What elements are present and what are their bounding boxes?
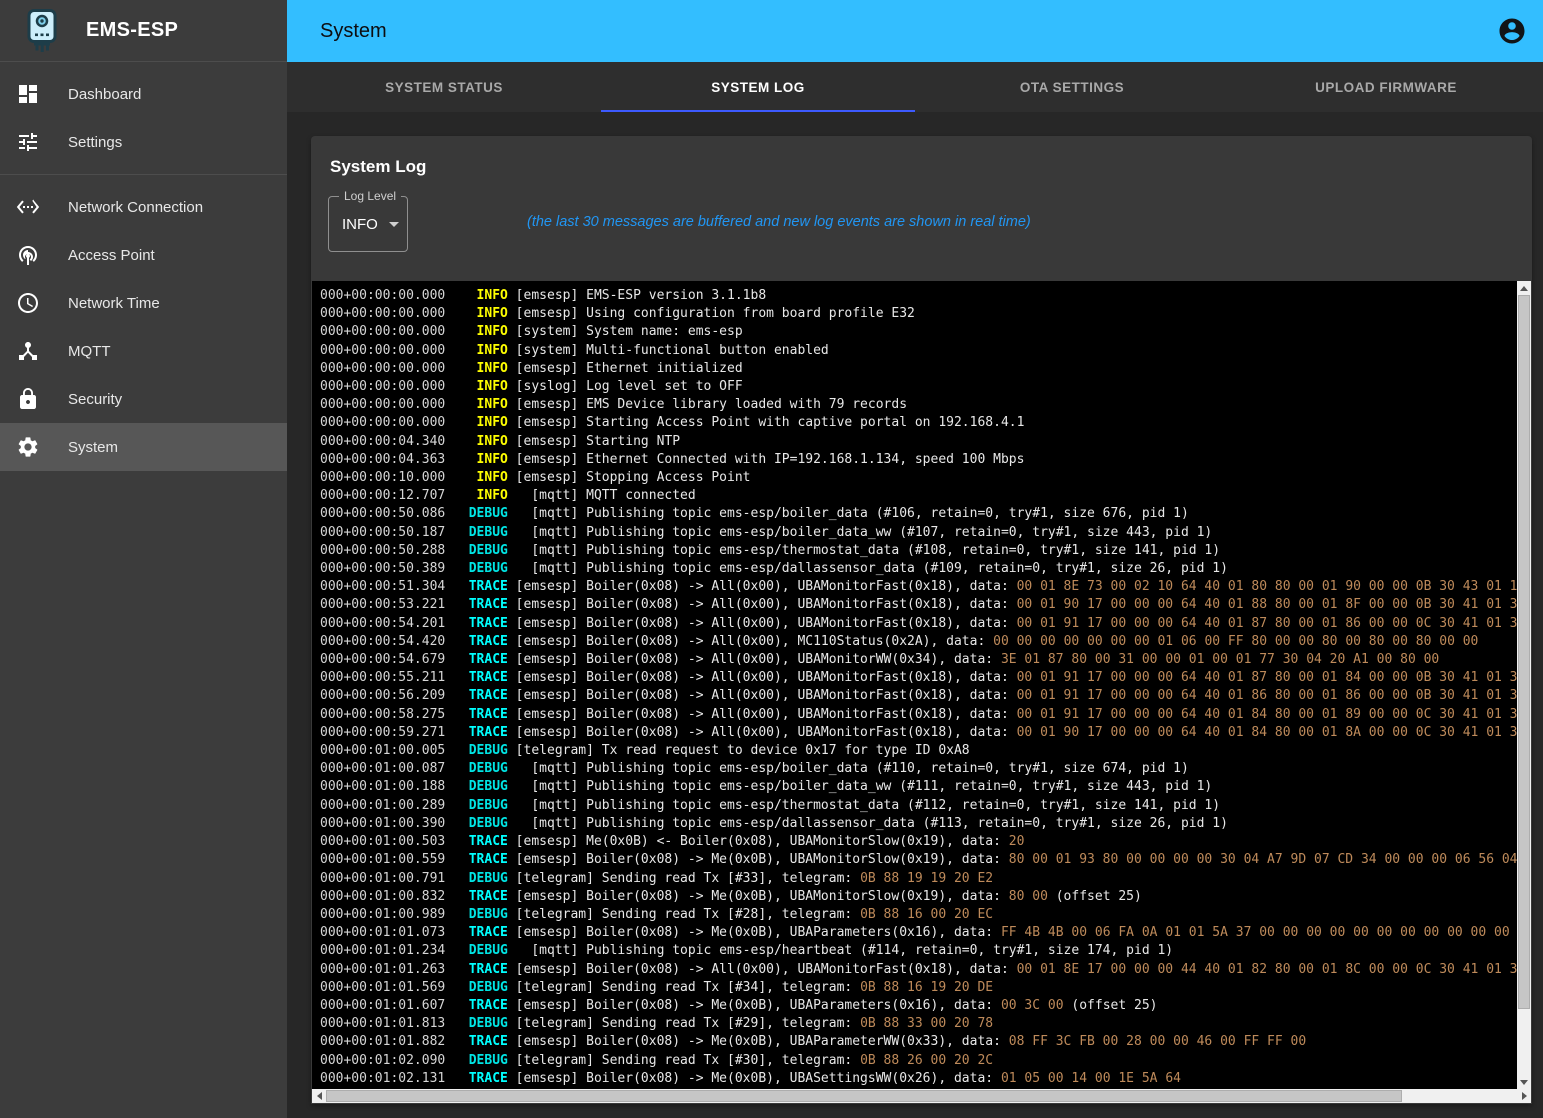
log-line: 000+00:00:55.211 TRACE [emsesp] Boiler(0… bbox=[320, 669, 1517, 687]
log-line: 000+00:00:53.221 TRACE [emsesp] Boiler(0… bbox=[320, 596, 1517, 614]
log-line: 000+00:01:00.559 TRACE [emsesp] Boiler(0… bbox=[320, 851, 1517, 869]
vertical-scrollbar-thumb[interactable] bbox=[1518, 295, 1530, 1009]
sidebar-menu: Dashboard Settings Network Connection Acces… bbox=[0, 62, 287, 471]
log-line: 000+00:01:00.503 TRACE [emsesp] Me(0x0B)… bbox=[320, 833, 1517, 851]
sidebar-item-label: Network Connection bbox=[68, 199, 203, 216]
tune-icon bbox=[16, 130, 40, 154]
scroll-down-arrow-icon[interactable] bbox=[1517, 1075, 1531, 1089]
log-line: 000+00:00:10.000 INFO [emsesp] Stopping … bbox=[320, 469, 1517, 487]
log-line: 000+00:01:00.188 DEBUG [mqtt] Publishing… bbox=[320, 778, 1517, 796]
log-line: 000+00:01:00.087 DEBUG [mqtt] Publishing… bbox=[320, 760, 1517, 778]
sidebar-item-mqtt[interactable]: MQTT bbox=[0, 327, 287, 375]
log-line: 000+00:01:00.791 DEBUG [telegram] Sendin… bbox=[320, 870, 1517, 888]
log-line: 000+00:00:50.389 DEBUG [mqtt] Publishing… bbox=[320, 560, 1517, 578]
clock-icon bbox=[16, 291, 40, 315]
chevron-down-icon bbox=[389, 222, 399, 227]
buffer-note: (the last 30 messages are buffered and n… bbox=[527, 214, 1031, 230]
log-line: 000+00:00:00.000 INFO [system] System na… bbox=[320, 323, 1517, 341]
log-line: 000+00:00:00.000 INFO [emsesp] Starting … bbox=[320, 414, 1517, 432]
lock-icon bbox=[16, 387, 40, 411]
wifi-tethering-icon bbox=[16, 243, 40, 267]
tabbar: SYSTEM STATUSSYSTEM LOGOTA SETTINGSUPLOA… bbox=[287, 62, 1543, 112]
log-line: 000+00:00:59.271 TRACE [emsesp] Boiler(0… bbox=[320, 724, 1517, 742]
system-log-card: System Log Log Level INFO (the last 30 m… bbox=[311, 136, 1532, 1104]
log-line: 000+00:00:00.000 INFO [emsesp] Ethernet … bbox=[320, 360, 1517, 378]
log-line: 000+00:01:00.005 DEBUG [telegram] Tx rea… bbox=[320, 742, 1517, 760]
log-line: 000+00:01:01.569 DEBUG [telegram] Sendin… bbox=[320, 979, 1517, 997]
log-line: 000+00:00:00.000 INFO [emsesp] EMS-ESP v… bbox=[320, 287, 1517, 305]
log-text: 000+00:00:00.000 INFO [emsesp] EMS-ESP v… bbox=[312, 281, 1517, 1089]
device-hub-icon bbox=[16, 339, 40, 363]
sidebar-item-label: Network Time bbox=[68, 295, 160, 312]
sidebar-item-label: System bbox=[68, 439, 118, 456]
log-line: 000+00:01:02.131 TRACE [emsesp] Boiler(0… bbox=[320, 1070, 1517, 1088]
horizontal-scrollbar[interactable] bbox=[312, 1089, 1531, 1103]
log-line: 000+00:00:04.363 INFO [emsesp] Ethernet … bbox=[320, 451, 1517, 469]
log-console: 000+00:00:00.000 INFO [emsesp] EMS-ESP v… bbox=[312, 281, 1531, 1103]
horizontal-scrollbar-thumb[interactable] bbox=[326, 1090, 1402, 1102]
log-line: 000+00:01:00.832 TRACE [emsesp] Boiler(0… bbox=[320, 888, 1517, 906]
page-title: System bbox=[320, 20, 387, 43]
tab-upload-firmware[interactable]: UPLOAD FIRMWARE bbox=[1229, 62, 1543, 112]
log-line: 000+00:00:12.707 INFO [mqtt] MQTT connec… bbox=[320, 487, 1517, 505]
sidebar-header: EMS-ESP bbox=[0, 0, 287, 62]
log-line: 000+00:01:01.882 TRACE [emsesp] Boiler(0… bbox=[320, 1033, 1517, 1051]
scroll-up-arrow-icon[interactable] bbox=[1517, 281, 1531, 295]
log-line: 000+00:00:50.086 DEBUG [mqtt] Publishing… bbox=[320, 505, 1517, 523]
log-line: 000+00:00:54.679 TRACE [emsesp] Boiler(0… bbox=[320, 651, 1517, 669]
tab-ota-settings[interactable]: OTA SETTINGS bbox=[915, 62, 1229, 112]
gear-icon bbox=[16, 435, 40, 459]
account-circle-icon[interactable] bbox=[1497, 16, 1527, 46]
log-line: 000+00:01:00.390 DEBUG [mqtt] Publishing… bbox=[320, 815, 1517, 833]
log-line: 000+00:00:54.420 TRACE [emsesp] Boiler(0… bbox=[320, 633, 1517, 651]
vertical-scrollbar[interactable] bbox=[1517, 281, 1531, 1089]
sidebar-item-label: Security bbox=[68, 391, 122, 408]
log-line: 000+00:01:01.073 TRACE [emsesp] Boiler(0… bbox=[320, 924, 1517, 942]
sidebar-item-label: MQTT bbox=[68, 343, 111, 360]
tab-system-status[interactable]: SYSTEM STATUS bbox=[287, 62, 601, 112]
sidebar-item-dashboard[interactable]: Dashboard bbox=[0, 70, 287, 118]
log-line: 000+00:00:51.304 TRACE [emsesp] Boiler(0… bbox=[320, 578, 1517, 596]
sidebar-item-system[interactable]: System bbox=[0, 423, 287, 471]
sidebar-item-access-point[interactable]: Access Point bbox=[0, 231, 287, 279]
log-line: 000+00:00:50.288 DEBUG [mqtt] Publishing… bbox=[320, 542, 1517, 560]
log-line: 000+00:01:00.289 DEBUG [mqtt] Publishing… bbox=[320, 797, 1517, 815]
ethernet-icon bbox=[16, 195, 40, 219]
app-title: EMS-ESP bbox=[86, 19, 178, 42]
scroll-left-arrow-icon[interactable] bbox=[312, 1089, 326, 1103]
sidebar-item-security[interactable]: Security bbox=[0, 375, 287, 423]
log-line: 000+00:01:01.607 TRACE [emsesp] Boiler(0… bbox=[320, 997, 1517, 1015]
log-line: 000+00:00:00.000 INFO [emsesp] EMS Devic… bbox=[320, 396, 1517, 414]
sidebar-item-label: Access Point bbox=[68, 247, 155, 264]
log-line: 000+00:01:01.263 TRACE [emsesp] Boiler(0… bbox=[320, 961, 1517, 979]
sidebar-item-network-time[interactable]: Network Time bbox=[0, 279, 287, 327]
emsesp-logo-icon bbox=[22, 8, 62, 54]
dashboard-icon bbox=[16, 82, 40, 106]
sidebar-item-network-connection[interactable]: Network Connection bbox=[0, 183, 287, 231]
log-level-select[interactable]: Log Level INFO bbox=[328, 196, 408, 252]
log-line: 000+00:00:00.000 INFO [syslog] Log level… bbox=[320, 378, 1517, 396]
sidebar: EMS-ESP Dashboard Settings Network Connect… bbox=[0, 0, 287, 1118]
log-line: 000+00:01:00.989 DEBUG [telegram] Sendin… bbox=[320, 906, 1517, 924]
sidebar-item-label: Settings bbox=[68, 134, 122, 151]
sidebar-item-label: Dashboard bbox=[68, 86, 141, 103]
log-line: 000+00:00:56.209 TRACE [emsesp] Boiler(0… bbox=[320, 687, 1517, 705]
sidebar-divider bbox=[0, 174, 287, 175]
log-line: 000+00:01:02.090 DEBUG [telegram] Sendin… bbox=[320, 1052, 1517, 1070]
sidebar-item-settings[interactable]: Settings bbox=[0, 118, 287, 166]
log-level-value: INFO bbox=[342, 216, 378, 233]
log-line: 000+00:00:04.340 INFO [emsesp] Starting … bbox=[320, 433, 1517, 451]
tab-system-log[interactable]: SYSTEM LOG bbox=[601, 62, 915, 112]
log-line: 000+00:00:54.201 TRACE [emsesp] Boiler(0… bbox=[320, 615, 1517, 633]
log-line: 000+00:00:50.187 DEBUG [mqtt] Publishing… bbox=[320, 524, 1517, 542]
log-line: 000+00:00:00.000 INFO [emsesp] Using con… bbox=[320, 305, 1517, 323]
log-line: 000+00:01:01.234 DEBUG [mqtt] Publishing… bbox=[320, 942, 1517, 960]
log-line: 000+00:01:01.813 DEBUG [telegram] Sendin… bbox=[320, 1015, 1517, 1033]
log-line: 000+00:00:58.275 TRACE [emsesp] Boiler(0… bbox=[320, 706, 1517, 724]
log-line: 000+00:00:00.000 INFO [system] Multi-fun… bbox=[320, 342, 1517, 360]
scroll-right-arrow-icon[interactable] bbox=[1517, 1089, 1531, 1103]
card-title: System Log bbox=[330, 157, 426, 177]
topbar: System bbox=[287, 0, 1543, 62]
